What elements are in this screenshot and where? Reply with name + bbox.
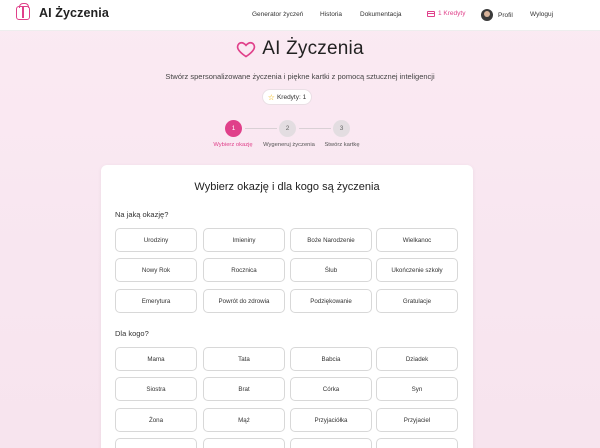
recipient-option[interactable]: [115, 438, 197, 448]
occasion-option[interactable]: Ślub: [290, 258, 372, 282]
occasion-option[interactable]: Urodziny: [115, 228, 197, 252]
recipient-option[interactable]: Syn: [376, 377, 458, 401]
nav-link-generator[interactable]: Generator życzeń: [252, 11, 303, 18]
step-connector: [245, 128, 277, 129]
recipient-option[interactable]: [203, 438, 285, 448]
recipient-option[interactable]: Tata: [203, 347, 285, 371]
profile-menu[interactable]: Profil: [481, 9, 513, 21]
top-nav: AI Życzenia Generator życzeń Historia Do…: [0, 0, 600, 31]
page-subtitle: Stwórz spersonalizowane życzenia i piękn…: [165, 72, 435, 81]
occasion-option[interactable]: Gratulacje: [376, 289, 458, 313]
occasion-option[interactable]: Rocznica: [203, 258, 285, 282]
star-icon: ☆: [267, 92, 275, 102]
recipient-option[interactable]: Dziadek: [376, 347, 458, 371]
step-connector: [299, 128, 331, 129]
credits-badge: ☆ Kredyty: 1: [262, 89, 312, 105]
gift-icon: [16, 3, 30, 20]
profile-label: Profil: [498, 11, 513, 19]
nav-credits[interactable]: 1 Kredyty: [427, 10, 465, 17]
recipient-option[interactable]: Babcia: [290, 347, 372, 371]
recipient-option[interactable]: Przyjaciółka: [290, 408, 372, 432]
logout-link[interactable]: Wyloguj: [530, 11, 553, 18]
page-title: AI Życzenia: [262, 38, 364, 59]
recipient-option[interactable]: [290, 438, 372, 448]
step-1-indicator: 1: [225, 120, 242, 137]
occasion-option[interactable]: Boże Narodzenie: [290, 228, 372, 252]
brand[interactable]: AI Życzenia: [16, 3, 109, 20]
recipient-option[interactable]: Żona: [115, 408, 197, 432]
nav-link-docs[interactable]: Dokumentacja: [360, 11, 402, 18]
recipient-label: Dla kogo?: [115, 329, 149, 338]
brand-name: AI Życzenia: [39, 6, 109, 20]
step-3-indicator: 3: [333, 120, 350, 137]
occasion-option[interactable]: Emerytura: [115, 289, 197, 313]
occasion-option[interactable]: Podziękowanie: [290, 289, 372, 313]
occasion-label: Na jaką okazję?: [115, 210, 169, 219]
credit-card-icon: [427, 10, 435, 17]
recipient-option[interactable]: Córka: [290, 377, 372, 401]
occasion-option[interactable]: Powrót do zdrowia: [203, 289, 285, 313]
recipient-option[interactable]: Mama: [115, 347, 197, 371]
step-3-label: Stwórz kartkę: [324, 142, 360, 148]
occasion-option[interactable]: Wielkanoc: [376, 228, 458, 252]
nav-link-history[interactable]: Historia: [320, 11, 342, 18]
recipient-option[interactable]: Brat: [203, 377, 285, 401]
recipient-option[interactable]: Przyjaciel: [376, 408, 458, 432]
occasion-option[interactable]: Ukończenie szkoły: [376, 258, 458, 282]
occasion-option[interactable]: Nowy Rok: [115, 258, 197, 282]
step-2-indicator: 2: [279, 120, 296, 137]
recipient-option[interactable]: [376, 438, 458, 448]
credits-badge-label: Kredyty: 1: [276, 93, 307, 101]
recipient-option[interactable]: Mąż: [203, 408, 285, 432]
recipient-option[interactable]: Siostra: [115, 377, 197, 401]
avatar: [481, 9, 493, 21]
nav-credits-label: 1 Kredyty: [438, 10, 466, 17]
heart-icon: [237, 41, 256, 58]
occasion-option[interactable]: Imieniny: [203, 228, 285, 252]
card-title: Wybierz okazję i dla kogo są życzenia: [194, 181, 380, 193]
hero-heading: AI Życzenia: [0, 38, 600, 60]
